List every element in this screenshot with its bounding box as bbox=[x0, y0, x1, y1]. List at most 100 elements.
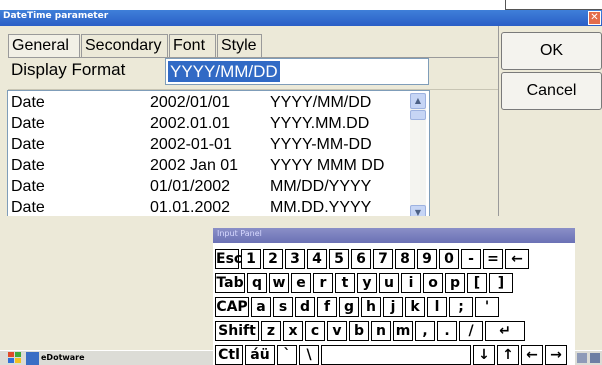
key-b[interactable]: b bbox=[349, 321, 369, 341]
close-icon[interactable]: ✕ bbox=[588, 11, 601, 25]
key-shift[interactable]: Shift bbox=[215, 321, 259, 341]
key-symbol[interactable]: áü bbox=[245, 345, 275, 365]
key-symbol[interactable]: - bbox=[461, 249, 481, 269]
key-u[interactable]: u bbox=[379, 273, 399, 293]
key-symbol[interactable]: ; bbox=[449, 297, 473, 317]
list-item[interactable]: Date 01/01/2002 MM/DD/YYYY bbox=[8, 177, 408, 198]
key-ctrl[interactable]: Ctl bbox=[215, 345, 243, 365]
key-f[interactable]: f bbox=[317, 297, 337, 317]
tab-general[interactable]: General bbox=[8, 34, 80, 58]
key-j[interactable]: j bbox=[383, 297, 403, 317]
key-arrow-right-icon[interactable]: → bbox=[545, 345, 567, 365]
key-arrow-left-icon[interactable]: ← bbox=[521, 345, 543, 365]
key-enter-icon[interactable]: ↵ bbox=[485, 321, 525, 341]
format-list[interactable]: Date 2002/01/01 YYYY/MM/DD Date 2002.01.… bbox=[7, 90, 430, 225]
key-arrow-up-icon[interactable]: ↑ bbox=[497, 345, 519, 365]
scroll-thumb[interactable] bbox=[410, 110, 426, 120]
key-n[interactable]: n bbox=[371, 321, 391, 341]
list-item[interactable]: Date 2002.01.01 YYYY.MM.DD bbox=[8, 114, 408, 135]
key-e[interactable]: e bbox=[291, 273, 311, 293]
key-q[interactable]: q bbox=[247, 273, 267, 293]
key-backspace-icon[interactable]: ← bbox=[505, 249, 529, 269]
key-symbol[interactable]: = bbox=[483, 249, 503, 269]
key-t[interactable]: t bbox=[335, 273, 355, 293]
soft-keyboard: Esc 1 2 3 4 5 6 7 8 9 0- = ← Tab q w e r t y u i o p[] CAP a s d f g h… bbox=[213, 243, 575, 365]
key-8[interactable]: 8 bbox=[395, 249, 415, 269]
list-item-format: MM/DD/YYYY bbox=[270, 178, 372, 195]
key-g[interactable]: g bbox=[339, 297, 359, 317]
tab-style[interactable]: Style bbox=[217, 34, 262, 58]
input-panel-title: Input Panel bbox=[217, 229, 262, 238]
input-panel-titlebar[interactable]: Input Panel bbox=[213, 228, 575, 243]
taskbar-app-label: eDotware bbox=[41, 353, 85, 362]
key-a[interactable]: a bbox=[251, 297, 271, 317]
key-symbol[interactable]: ] bbox=[489, 273, 513, 293]
key-l[interactable]: l bbox=[427, 297, 447, 317]
key-symbol[interactable]: \ bbox=[299, 345, 319, 365]
key-x[interactable]: x bbox=[283, 321, 303, 341]
list-item-example: 2002.01.01 bbox=[150, 115, 231, 132]
key-symbol[interactable]: [ bbox=[467, 273, 487, 293]
list-item-type: Date bbox=[11, 115, 45, 132]
list-item-example: 2002 Jan 01 bbox=[150, 157, 239, 174]
key-m[interactable]: m bbox=[393, 321, 413, 341]
key-c[interactable]: c bbox=[305, 321, 325, 341]
key-p[interactable]: p bbox=[445, 273, 465, 293]
key-esc[interactable]: Esc bbox=[215, 249, 242, 269]
app-icon bbox=[26, 352, 39, 365]
list-item-type: Date bbox=[11, 136, 45, 153]
list-item-type: Date bbox=[11, 178, 45, 195]
key-7[interactable]: 7 bbox=[373, 249, 393, 269]
key-symbol[interactable]: , bbox=[415, 321, 435, 341]
key-3[interactable]: 3 bbox=[285, 249, 305, 269]
key-s[interactable]: s bbox=[273, 297, 293, 317]
key-space[interactable] bbox=[321, 345, 471, 365]
key-6[interactable]: 6 bbox=[351, 249, 371, 269]
key-symbol[interactable]: ' bbox=[475, 297, 499, 317]
key-2[interactable]: 2 bbox=[263, 249, 283, 269]
key-4[interactable]: 4 bbox=[307, 249, 327, 269]
list-item[interactable]: Date 2002-01-01 YYYY-MM-DD bbox=[8, 135, 408, 156]
list-item[interactable]: Date 2002/01/01 YYYY/MM/DD bbox=[8, 93, 408, 114]
key-symbol[interactable]: ` bbox=[277, 345, 297, 365]
key-d[interactable]: d bbox=[295, 297, 315, 317]
scroll-up-icon[interactable]: ▲ bbox=[410, 93, 426, 109]
windows-flag-icon[interactable] bbox=[8, 352, 22, 364]
key-v[interactable]: v bbox=[327, 321, 347, 341]
key-k[interactable]: k bbox=[405, 297, 425, 317]
list-scrollbar[interactable]: ▲ ▼ bbox=[410, 93, 426, 221]
key-z[interactable]: z bbox=[261, 321, 281, 341]
key-o[interactable]: o bbox=[423, 273, 443, 293]
tab-secondary[interactable]: Secondary bbox=[81, 34, 168, 58]
cancel-button[interactable]: Cancel bbox=[501, 72, 602, 110]
key-5[interactable]: 5 bbox=[329, 249, 349, 269]
key-w[interactable]: w bbox=[269, 273, 289, 293]
key-tab[interactable]: Tab bbox=[215, 273, 245, 293]
taskbar-app-button[interactable]: eDotware bbox=[26, 352, 94, 365]
tray-icon[interactable] bbox=[577, 353, 587, 363]
key-0[interactable]: 0 bbox=[439, 249, 459, 269]
key-symbol[interactable]: / bbox=[459, 321, 483, 341]
tab-font[interactable]: Font bbox=[169, 34, 216, 58]
display-format-input[interactable]: YYYY/MM/DD bbox=[165, 58, 429, 85]
key-r[interactable]: r bbox=[313, 273, 333, 293]
list-item-format: YYYY.MM.DD bbox=[270, 115, 370, 132]
list-item-type: Date bbox=[11, 94, 45, 111]
dialog-title: DateTime parameter bbox=[3, 11, 109, 21]
panel-divider bbox=[498, 26, 499, 226]
list-item-example: 2002-01-01 bbox=[150, 136, 232, 153]
key-9[interactable]: 9 bbox=[417, 249, 437, 269]
list-item-type: Date bbox=[11, 157, 45, 174]
ok-button[interactable]: OK bbox=[501, 32, 602, 70]
list-item-example: 01.01.2002 bbox=[150, 199, 231, 216]
key-symbol[interactable]: . bbox=[437, 321, 457, 341]
key-caps[interactable]: CAP bbox=[215, 297, 249, 317]
key-1[interactable]: 1 bbox=[241, 249, 261, 269]
key-h[interactable]: h bbox=[361, 297, 381, 317]
key-i[interactable]: i bbox=[401, 273, 421, 293]
keyboard-tray-icon[interactable] bbox=[590, 353, 600, 363]
key-y[interactable]: y bbox=[357, 273, 377, 293]
list-item[interactable]: Date 2002 Jan 01 YYYY MMM DD bbox=[8, 156, 408, 177]
list-item-example: 2002/01/01 bbox=[150, 94, 231, 111]
key-arrow-down-icon[interactable]: ↓ bbox=[473, 345, 495, 365]
